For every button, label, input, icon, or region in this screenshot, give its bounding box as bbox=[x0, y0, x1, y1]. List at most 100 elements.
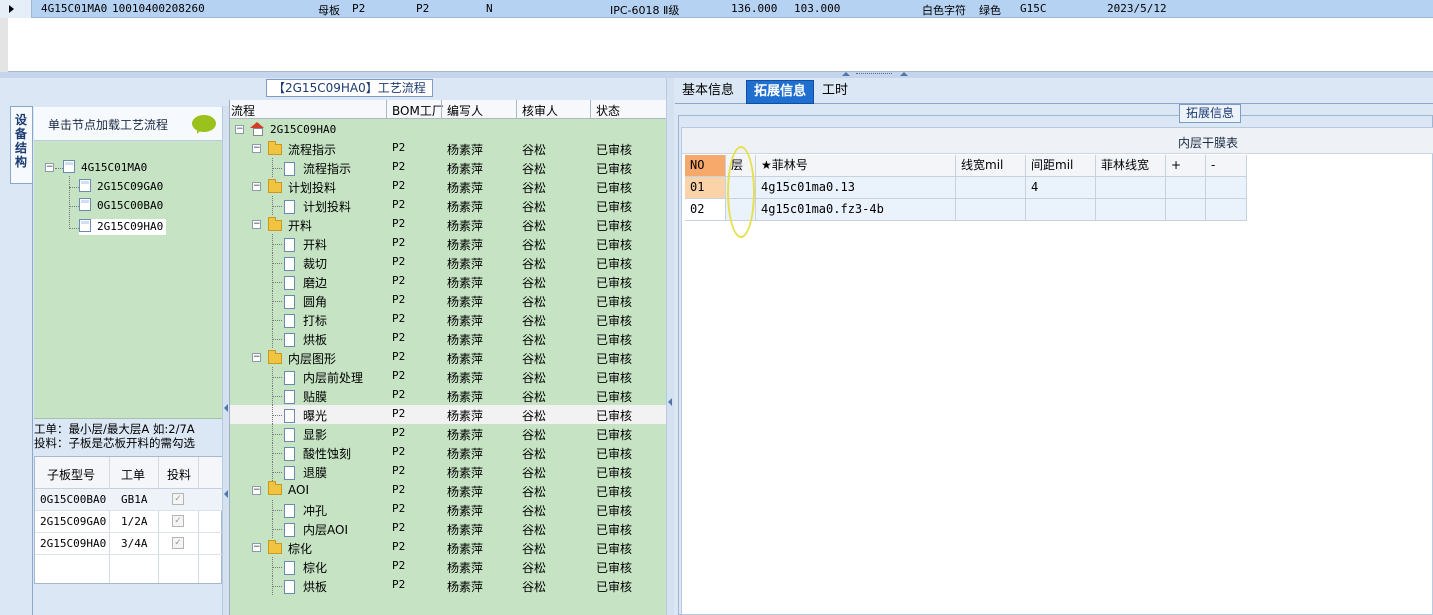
cell-board-type: 母板 bbox=[318, 4, 340, 17]
side-divider bbox=[32, 106, 33, 615]
process-name: 内层AOI bbox=[284, 521, 348, 538]
process-root-label: 2G15C09HA0 bbox=[250, 122, 336, 136]
tree-connector bbox=[272, 253, 273, 272]
selected-grid-row[interactable]: 4G15C01MA0 10010400208260 母板 P2 P2 N IPC… bbox=[0, 0, 1433, 18]
tab-work-hours[interactable]: 工时 bbox=[815, 80, 855, 104]
process-row[interactable]: 烘板 P2 杨素萍 谷松 已审核 bbox=[230, 576, 667, 595]
cell-film-width[interactable] bbox=[1096, 177, 1166, 199]
process-reviewer: 谷松 bbox=[522, 352, 547, 366]
process-writer: 杨素萍 bbox=[447, 200, 484, 214]
process-bom: P2 bbox=[392, 407, 406, 420]
cell-film[interactable]: 4g15c01ma0.fz3-4b bbox=[756, 199, 956, 221]
table-row[interactable]: 2G15C09HA0 3/4A ✓ bbox=[35, 533, 223, 555]
tree-connector bbox=[272, 415, 282, 416]
process-row[interactable]: 烘板 P2 杨素萍 谷松 已审核 bbox=[230, 329, 667, 348]
tab-basic-info[interactable]: 基本信息 bbox=[675, 80, 741, 104]
process-name: 显影 bbox=[284, 426, 327, 443]
process-row[interactable]: 贴膜 P2 杨素萍 谷松 已审核 bbox=[230, 386, 667, 405]
process-reviewer: 谷松 bbox=[522, 295, 547, 309]
collapse-up-icon-2[interactable] bbox=[900, 72, 908, 76]
cell-width[interactable] bbox=[956, 177, 1026, 199]
cell-date: 2023/5/12 bbox=[1107, 2, 1167, 15]
collapse-icon[interactable]: − bbox=[235, 125, 244, 134]
process-row[interactable]: − 流程指示 P2 杨素萍 谷松 已审核 bbox=[230, 139, 667, 158]
process-row[interactable]: 开料 P2 杨素萍 谷松 已审核 bbox=[230, 234, 667, 253]
col-status: 状态 bbox=[596, 104, 621, 118]
process-row[interactable]: 打标 P2 杨素萍 谷松 已审核 bbox=[230, 310, 667, 329]
process-row[interactable]: 裁切 P2 杨素萍 谷松 已审核 bbox=[230, 253, 667, 272]
col-minus: - bbox=[1206, 155, 1247, 177]
tab-extended-info[interactable]: 拓展信息 bbox=[746, 80, 815, 104]
process-row[interactable]: 酸性蚀刻 P2 杨素萍 谷松 已审核 bbox=[230, 443, 667, 462]
tree-connector bbox=[272, 424, 273, 443]
process-status: 已审核 bbox=[596, 542, 633, 556]
collapse-icon[interactable]: − bbox=[252, 182, 261, 191]
table-row[interactable]: 2G15C09GA0 1/2A ✓ bbox=[35, 511, 223, 533]
process-row[interactable]: 内层前处理 P2 杨素萍 谷松 已审核 bbox=[230, 367, 667, 386]
cell-film-width[interactable] bbox=[1096, 199, 1166, 221]
collapse-left-icon-2[interactable] bbox=[224, 490, 228, 498]
process-row[interactable]: − 棕化 P2 杨素萍 谷松 已审核 bbox=[230, 538, 667, 557]
process-row[interactable]: 内层AOI P2 杨素萍 谷松 已审核 bbox=[230, 519, 667, 538]
table-row[interactable]: 02 4g15c01ma0.fz3-4b bbox=[685, 199, 1247, 221]
cell-width: 103.000 bbox=[794, 2, 841, 15]
tree-connector bbox=[272, 567, 282, 568]
process-row[interactable]: 棕化 P2 杨素萍 谷松 已审核 bbox=[230, 557, 667, 576]
process-row[interactable]: 冲孔 P2 杨素萍 谷松 已审核 bbox=[230, 500, 667, 519]
folder-icon bbox=[268, 179, 282, 193]
film-table-header: NO 层 ★菲林号 线宽mil 间距mil 菲林线宽 + - bbox=[685, 155, 1247, 177]
process-row[interactable]: − 计划投料 P2 杨素萍 谷松 已审核 bbox=[230, 177, 667, 196]
side-tab-structure[interactable]: 设备结构 bbox=[10, 106, 32, 184]
process-row[interactable]: 圆角 P2 杨素萍 谷松 已审核 bbox=[230, 291, 667, 310]
process-status: 已审核 bbox=[596, 276, 633, 290]
cell-width[interactable] bbox=[956, 199, 1026, 221]
collapse-icon[interactable]: − bbox=[252, 486, 261, 495]
cell-plus[interactable] bbox=[1166, 177, 1206, 199]
process-row[interactable]: 曝光 P2 杨素萍 谷松 已审核 bbox=[230, 405, 667, 424]
cell-minus[interactable] bbox=[1206, 199, 1247, 221]
tree-connector bbox=[272, 206, 282, 207]
process-status: 已审核 bbox=[596, 580, 633, 594]
tree-node-child-2[interactable]: 0G15C00BA0 bbox=[79, 198, 163, 214]
collapse-left-icon[interactable] bbox=[224, 404, 228, 412]
cell-plus[interactable] bbox=[1166, 199, 1206, 221]
feed-checkbox[interactable]: ✓ bbox=[172, 515, 184, 527]
middle-splitter[interactable] bbox=[666, 78, 674, 615]
table-row[interactable]: 01 4g15c01ma0.13 4 bbox=[685, 177, 1247, 199]
process-name: 流程指示 bbox=[268, 141, 336, 158]
feed-checkbox[interactable]: ✓ bbox=[172, 537, 184, 549]
process-bom: P2 bbox=[392, 350, 406, 363]
feed-checkbox[interactable]: ✓ bbox=[172, 493, 184, 505]
collapse-icon[interactable]: − bbox=[252, 220, 261, 229]
process-row[interactable]: − AOI P2 杨素萍 谷松 已审核 bbox=[230, 481, 667, 500]
collapse-icon[interactable]: − bbox=[252, 144, 261, 153]
cell-spacing[interactable]: 4 bbox=[1026, 177, 1096, 199]
cell-minus[interactable] bbox=[1206, 177, 1247, 199]
cell-film[interactable]: 4g15c01ma0.13 bbox=[756, 177, 956, 199]
process-root-row[interactable]: −2G15C09HA0 bbox=[230, 120, 667, 139]
tree-node-root[interactable]: 4G15C01MA0 bbox=[63, 160, 147, 176]
cell-spacing[interactable] bbox=[1026, 199, 1096, 221]
process-row[interactable]: − 开料 P2 杨素萍 谷松 已审核 bbox=[230, 215, 667, 234]
process-reviewer: 谷松 bbox=[522, 504, 547, 518]
process-row[interactable]: 流程指示 P2 杨素萍 谷松 已审核 bbox=[230, 158, 667, 177]
process-row[interactable]: 显影 P2 杨素萍 谷松 已审核 bbox=[230, 424, 667, 443]
splitter-grip[interactable] bbox=[856, 73, 892, 76]
process-row[interactable]: 退膜 P2 杨素萍 谷松 已审核 bbox=[230, 462, 667, 481]
col-feed: 投料 bbox=[167, 468, 192, 482]
tree-connector bbox=[272, 472, 282, 473]
process-row[interactable]: 计划投料 P2 杨素萍 谷松 已审核 bbox=[230, 196, 667, 215]
collapse-left-icon-3[interactable] bbox=[668, 398, 672, 406]
collapse-icon[interactable]: − bbox=[252, 353, 261, 362]
tree-node-child-3-selected[interactable]: 2G15C09HA0 bbox=[79, 219, 167, 235]
collapse-icon[interactable]: − bbox=[45, 163, 54, 172]
process-status: 已审核 bbox=[596, 447, 633, 461]
table-row[interactable]: 0G15C00BA0 GB1A ✓ bbox=[35, 489, 223, 511]
collapse-up-icon[interactable] bbox=[842, 72, 850, 76]
collapse-icon[interactable]: − bbox=[252, 543, 261, 552]
tree-node-child-1[interactable]: 2G15C09GA0 bbox=[79, 179, 163, 195]
process-row[interactable]: − 内层图形 P2 杨素萍 谷松 已审核 bbox=[230, 348, 667, 367]
col-order: 工单 bbox=[121, 468, 146, 482]
process-row[interactable]: 磨边 P2 杨素萍 谷松 已审核 bbox=[230, 272, 667, 291]
process-name: 裁切 bbox=[284, 255, 327, 272]
